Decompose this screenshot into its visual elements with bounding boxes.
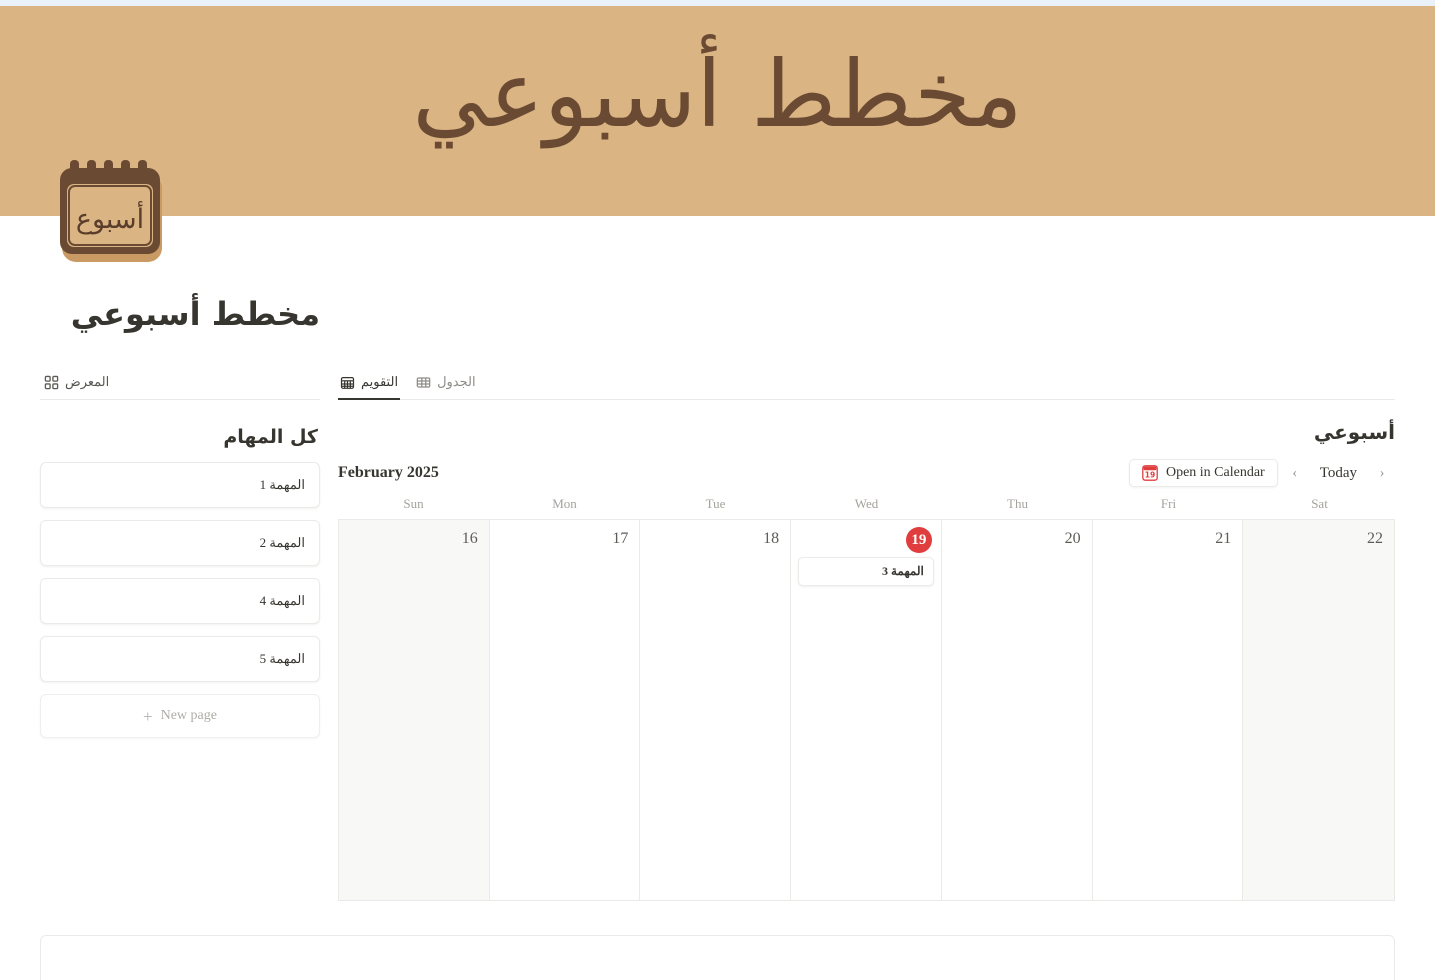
weekday-label: Sun — [403, 496, 424, 511]
day-number: 17 — [612, 530, 629, 547]
open-in-calendar-button[interactable]: 19 Open in Calendar — [1128, 459, 1278, 487]
day-number: 16 — [461, 530, 478, 547]
calendar-weekday-header: Sun Mon Tue Wed Thu Fri Sat — [338, 496, 1395, 519]
calendar-controls: 19 Open in Calendar ‹ Today › — [1128, 459, 1395, 487]
day-number: 22 — [1366, 530, 1383, 547]
weekday-label: Wed — [854, 496, 879, 511]
calendar-grid: 16 17 18 19 المهمة 3 20 21 22 — [338, 519, 1395, 901]
calendar-event[interactable]: المهمة 3 — [798, 557, 934, 586]
view-tab-gallery[interactable]: المعرض — [42, 372, 111, 392]
weekday-label: Mon — [552, 496, 577, 511]
svg-text:19: 19 — [1145, 471, 1155, 480]
day-number: 20 — [1064, 530, 1081, 547]
new-page-button[interactable]: + New page — [40, 694, 320, 738]
view-tab-gallery-label: المعرض — [65, 374, 110, 389]
list-item[interactable]: المهمة 4 — [40, 578, 320, 624]
weekday-label: Fri — [1160, 496, 1177, 511]
calendar-event-label: المهمة 3 — [882, 564, 924, 578]
calendar-icon — [340, 375, 355, 390]
task-label: المهمة 1 — [259, 477, 305, 492]
list-item[interactable]: المهمة 5 — [40, 636, 320, 682]
gallery-view-tabs: المعرض — [40, 372, 320, 400]
prev-week-button[interactable]: ‹ — [1282, 460, 1308, 486]
table-icon — [416, 375, 431, 390]
database-title: أسبوعي — [1313, 420, 1395, 444]
calendar-toolbar: February 2025 19 Open in Calendar ‹ Toda… — [338, 458, 1395, 488]
calendar-day-cell[interactable]: 21 — [1092, 520, 1244, 900]
gallery-grid-icon — [44, 375, 59, 390]
page-cover-banner: مخطط أسبوعي أسبوع — [0, 6, 1435, 262]
today-button[interactable]: Today — [1312, 460, 1365, 486]
weekday-label: Tue — [705, 496, 726, 511]
day-number: 18 — [763, 530, 780, 547]
tab-calendar[interactable]: التقويم — [338, 372, 401, 400]
calendar-day-cell[interactable]: 16 — [339, 520, 490, 900]
page-body: مخطط أسبوعي المعرض كل المهام المهمة 1 ال… — [0, 216, 1435, 901]
weekday-label: Sat — [1311, 496, 1328, 511]
calendar-day-cell[interactable]: 18 — [640, 520, 792, 900]
calendar-app-icon: 19 — [1142, 465, 1158, 481]
calendar-day-cell[interactable]: 20 — [941, 520, 1093, 900]
list-item[interactable]: المهمة 1 — [40, 462, 320, 508]
task-label: المهمة 2 — [259, 535, 305, 550]
database-view-tabs: التقويم الجدول — [338, 372, 1395, 400]
banner-title: مخطط أسبوعي — [412, 41, 1023, 148]
tasks-group-title: كل المهام — [223, 426, 318, 448]
day-number: 21 — [1215, 530, 1232, 547]
content-columns: المعرض كل المهام المهمة 1 المهمة 2 المهم… — [40, 372, 1395, 901]
day-number: 19 — [798, 527, 934, 553]
open-in-calendar-label: Open in Calendar — [1165, 465, 1265, 480]
task-label: المهمة 5 — [259, 651, 305, 666]
calendar-day-cell[interactable]: 22 — [1243, 520, 1394, 900]
task-label: المهمة 4 — [259, 593, 305, 608]
plus-icon: + — [143, 706, 153, 726]
next-week-button[interactable]: › — [1369, 460, 1395, 486]
today-badge: 19 — [905, 527, 932, 553]
weekday-label: Thu — [1007, 496, 1028, 511]
tab-table[interactable]: الجدول — [414, 372, 478, 400]
calendar-day-cell-today[interactable]: 19 المهمة 3 — [791, 520, 942, 900]
calendar-month-label: February 2025 — [338, 464, 439, 481]
tasks-gallery-column: المعرض كل المهام المهمة 1 المهمة 2 المهم… — [40, 372, 330, 738]
calendar-column: التقويم الجدول أسبوعي February 2025 19 O… — [330, 372, 1395, 901]
list-item[interactable]: المهمة 2 — [40, 520, 320, 566]
calendar-day-cell[interactable]: 17 — [489, 520, 641, 900]
tab-table-label: الجدول — [437, 374, 476, 389]
bottom-content-block[interactable] — [40, 935, 1395, 980]
new-page-label: New page — [160, 708, 217, 723]
svg-text:أسبوع: أسبوع — [76, 200, 144, 235]
calendar-logo-icon[interactable]: أسبوع — [56, 156, 170, 268]
tab-calendar-label: التقويم — [361, 374, 399, 389]
